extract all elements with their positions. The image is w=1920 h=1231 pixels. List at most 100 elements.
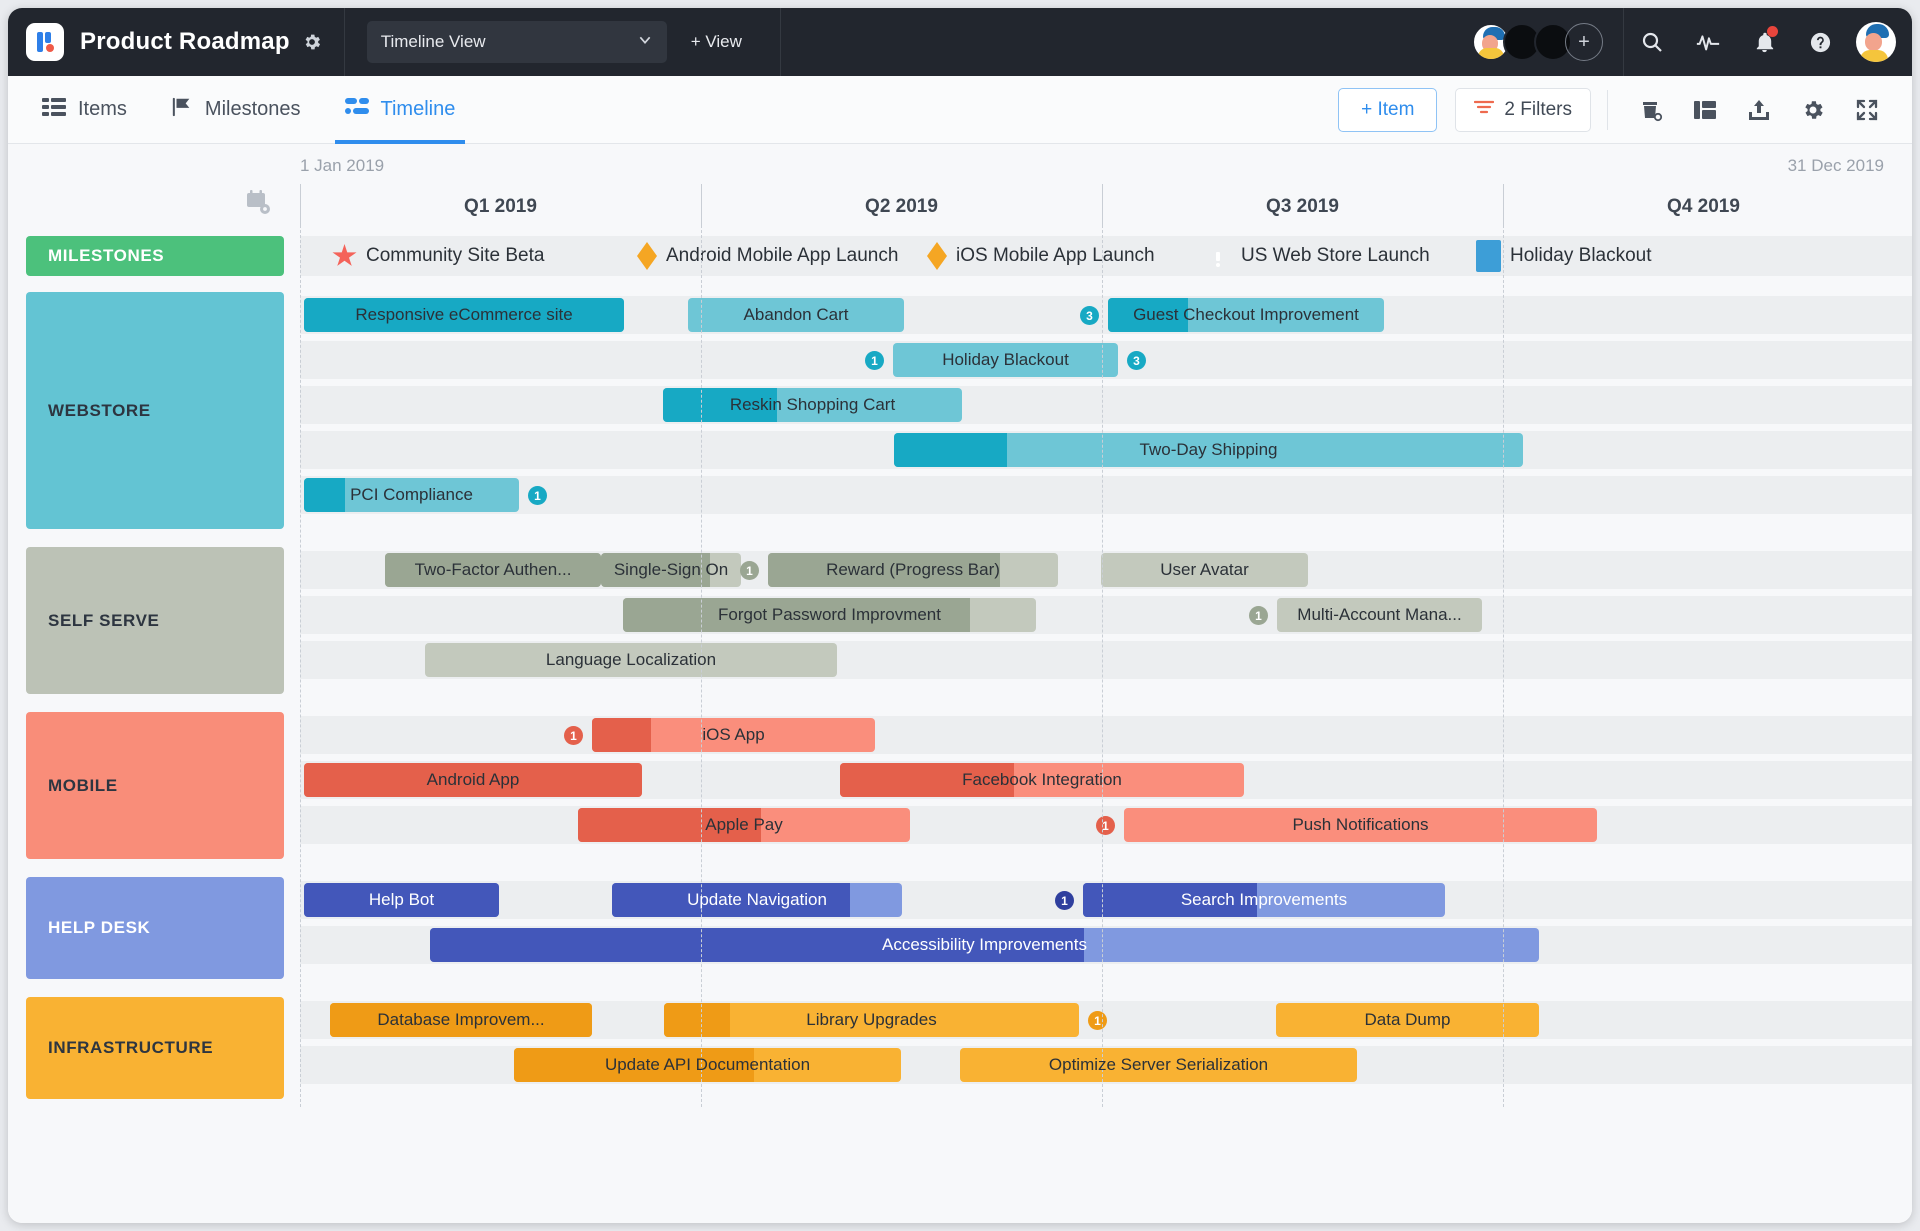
timeline-bar[interactable]: iOS App (592, 718, 875, 752)
bar-label: Library Upgrades (796, 1010, 946, 1030)
filters-button[interactable]: 2 Filters (1455, 88, 1591, 132)
timeline-bar[interactable]: Accessibility Improvements (430, 928, 1539, 962)
bar-label: Apple Pay (695, 815, 793, 835)
timeline-bar[interactable]: Abandon Cart (688, 298, 904, 332)
timeline-bar[interactable]: Search Improvements (1083, 883, 1445, 917)
timeline-bar[interactable]: Two-Factor Authen... (385, 553, 601, 587)
timeline-bar[interactable]: Update API Documentation (514, 1048, 901, 1082)
quarter-separator (701, 184, 702, 228)
dependency-badge[interactable]: 1 (1088, 1011, 1107, 1030)
dependency-badge[interactable]: 1 (564, 726, 583, 745)
range-end-label: 31 Dec 2019 (1788, 156, 1884, 176)
group-label-webstore[interactable]: WEBSTORE (26, 292, 284, 529)
settings-gear-icon[interactable] (1786, 83, 1840, 137)
timeline-bar[interactable]: Help Bot (304, 883, 499, 917)
timeline-bar[interactable]: Library Upgrades (664, 1003, 1079, 1037)
timeline-bar[interactable]: Single-Sign On (601, 553, 741, 587)
help-circle-icon[interactable] (1792, 8, 1848, 76)
divider-4 (1607, 90, 1608, 130)
group-lanes: Responsive eCommerce site Abandon Cart Gue… (300, 292, 1912, 517)
bar-label: Update Navigation (677, 890, 837, 910)
group-label-infrastructure[interactable]: INFRASTRUCTURE (26, 997, 284, 1099)
dependency-badge[interactable]: 1 (1096, 816, 1115, 835)
gear-icon[interactable] (302, 32, 322, 52)
quarter-separator (1503, 184, 1504, 228)
timeline-bar[interactable]: Guest Checkout Improvement (1108, 298, 1384, 332)
group-label-mobile[interactable]: MOBILE (26, 712, 284, 859)
bar-label: Language Localization (536, 650, 726, 670)
tab-items[interactable]: Items (32, 76, 137, 144)
timeline-bar[interactable]: Multi-Account Mana... (1277, 598, 1482, 632)
timeline-bar[interactable]: Language Localization (425, 643, 837, 677)
milestones-group-label[interactable]: MILESTONES (26, 236, 284, 276)
add-view-button[interactable]: + View (671, 21, 762, 63)
quarter-label: Q3 2019 (1102, 188, 1503, 226)
timeline-bar[interactable]: Data Dump (1276, 1003, 1539, 1037)
bar-label: User Avatar (1150, 560, 1259, 580)
app-window: Product Roadmap Timeline View + View + (8, 8, 1912, 1223)
timeline-bar[interactable]: Two-Day Shipping (894, 433, 1523, 467)
timeline-bar[interactable]: Android App (304, 763, 642, 797)
dependency-badge[interactable]: 1 (865, 351, 884, 370)
milestone-marker[interactable]: US Web Store Launch (1204, 236, 1430, 276)
timeline-bar[interactable]: Holiday Blackout (893, 343, 1118, 377)
add-member-button[interactable]: + (1565, 23, 1603, 61)
dependency-badge[interactable]: 1 (528, 486, 547, 505)
timeline-bar[interactable]: Responsive eCommerce site (304, 298, 624, 332)
timeline-bar[interactable]: Reskin Shopping Cart (663, 388, 962, 422)
timeline-bar[interactable]: Optimize Server Serialization (960, 1048, 1357, 1082)
trash-link-icon[interactable] (1624, 83, 1678, 137)
timeline-group: INFRASTRUCTURE Database Improvem... Librar… (8, 987, 1912, 1107)
timeline-bar[interactable]: User Avatar (1101, 553, 1308, 587)
dependency-badge[interactable]: 1 (740, 561, 759, 580)
dependency-badge[interactable]: 3 (1127, 351, 1146, 370)
timeline-bar[interactable]: Database Improvem... (330, 1003, 592, 1037)
fullscreen-icon[interactable] (1840, 83, 1894, 137)
dependency-badge[interactable]: 3 (1080, 306, 1099, 325)
search-icon[interactable] (1624, 8, 1680, 76)
lane-background (300, 596, 1912, 634)
milestone-marker[interactable]: Android Mobile App Launch (637, 236, 898, 276)
timeline-lane: Apple Pay Push Notifications 1 (300, 802, 1912, 847)
timeline-bar[interactable]: Facebook Integration (840, 763, 1244, 797)
bar-label: Search Improvements (1171, 890, 1357, 910)
app-logo[interactable] (8, 23, 64, 61)
timeline-lane: Language Localization (300, 637, 1912, 682)
activity-pulse-icon[interactable] (1680, 8, 1736, 76)
user-avatar-icon[interactable] (1848, 22, 1912, 62)
milestone-marker[interactable]: iOS Mobile App Launch (927, 236, 1155, 276)
avatar (1856, 22, 1896, 62)
top-bar: Product Roadmap Timeline View + View + (8, 8, 1912, 76)
timeline-bar[interactable]: Reward (Progress Bar) (768, 553, 1058, 587)
layout-panel-icon[interactable] (1678, 83, 1732, 137)
divider-2 (780, 8, 781, 76)
dependency-badge[interactable]: 1 (1055, 891, 1074, 910)
tab-timeline[interactable]: Timeline (335, 76, 466, 144)
timeline-bar[interactable]: Forgot Password Improvment (623, 598, 1036, 632)
quarter-separator (1102, 184, 1103, 228)
bar-progress (894, 433, 1007, 467)
timeline-bar[interactable]: Apple Pay (578, 808, 910, 842)
timeline-bar[interactable]: PCI Compliance (304, 478, 519, 512)
bell-icon[interactable] (1736, 8, 1792, 76)
bar-label: Responsive eCommerce site (345, 305, 582, 325)
milestone-marker[interactable]: Community Site Beta (332, 236, 544, 276)
timeline-bar[interactable]: Push Notifications (1124, 808, 1597, 842)
timeline-bar[interactable]: Update Navigation (612, 883, 902, 917)
header-icon-group (1624, 8, 1912, 76)
upload-icon[interactable] (1732, 83, 1786, 137)
group-label-help-desk[interactable]: HELP DESK (26, 877, 284, 979)
timeline-lane: Forgot Password Improvment Multi-Account … (300, 592, 1912, 637)
group-label-self-serve[interactable]: SELF SERVE (26, 547, 284, 694)
timeline-lane: Reskin Shopping Cart (300, 382, 1912, 427)
timeline-group: MOBILE iOS App 1 Android App Facebook Integr… (8, 702, 1912, 867)
bar-progress (304, 478, 345, 512)
filters-label: 2 Filters (1504, 99, 1572, 121)
dependency-badge[interactable]: 1 (1249, 606, 1268, 625)
view-select[interactable]: Timeline View (367, 21, 667, 63)
group-lanes: Help Bot Update Navigation Search Improvem… (300, 877, 1912, 967)
add-item-button[interactable]: + Item (1338, 88, 1437, 132)
calendar-settings-icon[interactable] (246, 190, 272, 221)
square-icon (1476, 240, 1501, 272)
tab-milestones[interactable]: Milestones (161, 76, 311, 144)
